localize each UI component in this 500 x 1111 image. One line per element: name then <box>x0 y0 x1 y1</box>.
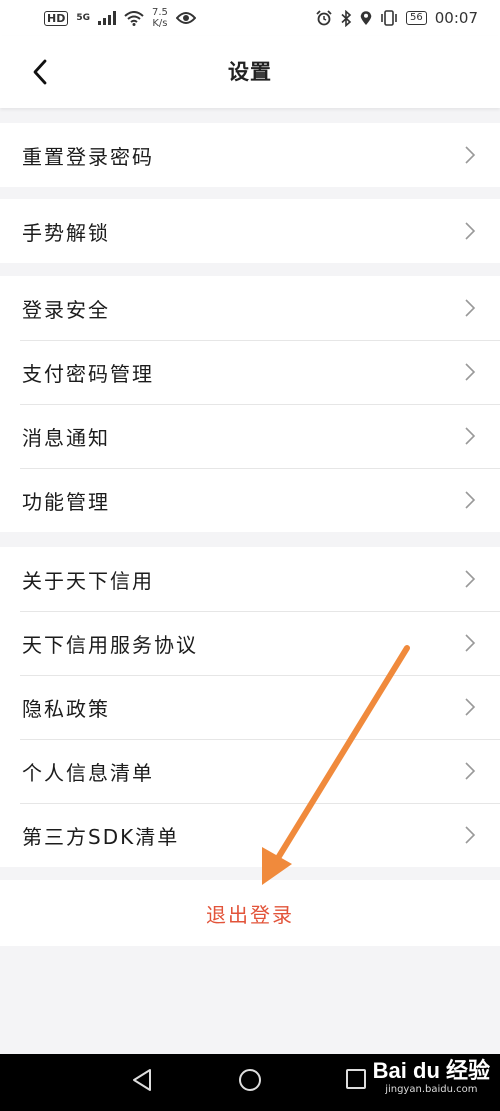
row-service-agreement[interactable]: 天下信用服务协议 <box>0 611 500 675</box>
recents-square-icon[interactable] <box>345 1068 367 1090</box>
chevron-right-icon <box>465 299 476 317</box>
alarm-icon <box>316 10 332 26</box>
baidu-jingyan-watermark: Bai du 经验 jingyan.baidu.com <box>373 1060 490 1095</box>
eye-icon <box>175 12 196 24</box>
row-label: 关于天下信用 <box>22 568 154 593</box>
row-notifications[interactable]: 消息通知 <box>0 404 500 468</box>
logout-button[interactable]: 退出登录 <box>0 880 500 946</box>
watermark-main: Bai du 经验 <box>372 1058 490 1083</box>
settings-group-gesture: 手势解锁 <box>0 199 500 263</box>
row-third-party-sdk-list[interactable]: 第三方SDK清单 <box>0 803 500 867</box>
row-personal-info-list[interactable]: 个人信息清单 <box>0 739 500 803</box>
row-about[interactable]: 关于天下信用 <box>0 547 500 611</box>
row-label: 支付密码管理 <box>22 361 154 386</box>
row-label: 个人信息清单 <box>22 760 154 785</box>
row-label: 登录安全 <box>22 297 110 322</box>
row-feature-management[interactable]: 功能管理 <box>0 468 500 532</box>
settings-group-security: 登录安全 支付密码管理 消息通知 功能管理 <box>0 276 500 532</box>
settings-group-about: 关于天下信用 天下信用服务协议 隐私政策 个人信息清单 第三方SDK清单 <box>0 547 500 867</box>
speed-value: 7.5 <box>152 7 168 18</box>
hd-badge: HD <box>44 10 69 26</box>
chevron-right-icon <box>465 762 476 780</box>
row-privacy-policy[interactable]: 隐私政策 <box>0 675 500 739</box>
vibrate-icon <box>381 10 397 26</box>
chevron-right-icon <box>465 146 476 164</box>
wifi-icon <box>124 10 144 26</box>
chevron-right-icon <box>465 570 476 588</box>
status-bar: HD 5G 7.5 K/s 56 00:07 <box>0 0 500 36</box>
row-label: 第三方SDK清单 <box>22 824 180 849</box>
row-gesture-unlock[interactable]: 手势解锁 <box>0 199 500 263</box>
row-payment-password[interactable]: 支付密码管理 <box>0 340 500 404</box>
network-gen-label: 5G <box>76 13 90 23</box>
row-label: 消息通知 <box>22 425 110 450</box>
row-login-security[interactable]: 登录安全 <box>0 276 500 340</box>
status-time: 00:07 <box>434 9 478 27</box>
settings-group-password: 重置登录密码 <box>0 123 500 187</box>
chevron-right-icon <box>465 491 476 509</box>
row-label: 功能管理 <box>22 489 110 514</box>
home-circle-icon[interactable] <box>238 1068 262 1092</box>
page-title: 设置 <box>228 60 272 84</box>
speed-unit: K/s <box>152 18 168 29</box>
row-label: 重置登录密码 <box>22 144 154 169</box>
network-speed: 7.5 K/s <box>152 7 168 29</box>
back-triangle-icon[interactable] <box>131 1068 153 1092</box>
chevron-right-icon <box>465 222 476 240</box>
chevron-right-icon <box>465 634 476 652</box>
row-label: 隐私政策 <box>22 696 110 721</box>
row-reset-login-password[interactable]: 重置登录密码 <box>0 123 500 187</box>
system-nav-bar: Bai du 经验 jingyan.baidu.com <box>0 1054 500 1111</box>
watermark-sub: jingyan.baidu.com <box>385 1084 478 1095</box>
bluetooth-icon <box>341 9 352 27</box>
logout-label: 退出登录 <box>206 902 294 927</box>
chevron-right-icon <box>465 698 476 716</box>
battery-level: 56 <box>406 11 427 25</box>
chevron-right-icon <box>465 427 476 445</box>
status-bar-right: 56 00:07 <box>316 9 478 27</box>
status-bar-left: HD 5G 7.5 K/s <box>44 7 196 29</box>
signal-icon <box>98 11 116 25</box>
location-icon <box>360 11 372 25</box>
chevron-right-icon <box>465 363 476 381</box>
row-label: 天下信用服务协议 <box>22 632 198 657</box>
row-label: 手势解锁 <box>22 220 110 245</box>
nav-bar: 设置 <box>0 36 500 108</box>
chevron-right-icon <box>465 826 476 844</box>
